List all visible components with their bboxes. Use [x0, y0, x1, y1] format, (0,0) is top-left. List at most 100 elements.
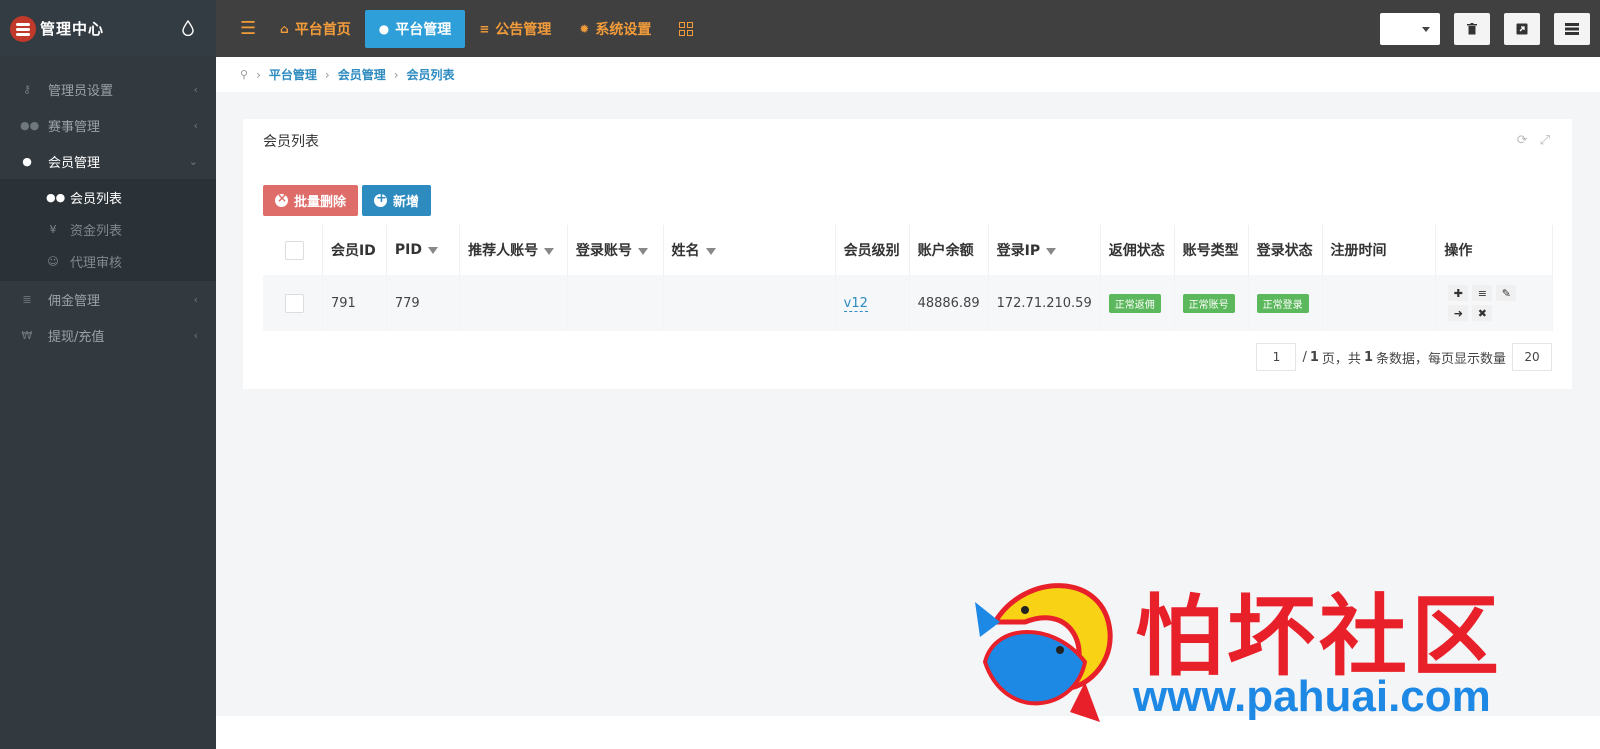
sidebar-item-withdraw-recharge[interactable]: ₩ 提现/充值 ‹: [0, 317, 216, 353]
status-badge[interactable]: 正常返佣: [1108, 293, 1161, 313]
col-login-ip[interactable]: 登录IP: [988, 225, 1101, 275]
refresh-icon[interactable]: ⟳: [1517, 133, 1528, 148]
row-actions: ✚ ≡ ✎ ➜ ✖: [1448, 285, 1544, 321]
breadcrumb-member-manage[interactable]: 会员管理: [338, 66, 386, 83]
sidebar-item-member-manage[interactable]: ● 会员管理 ⌄: [0, 143, 216, 179]
list-icon[interactable]: ≡: [1472, 285, 1493, 301]
user-check-icon: ☺: [47, 254, 59, 268]
col-login-status[interactable]: 登录状态: [1248, 225, 1323, 275]
filter-icon[interactable]: [1046, 247, 1057, 255]
table-row[interactable]: 791 779 v12 48886.89 172.71.210.59 正常返佣 …: [263, 275, 1553, 331]
cell-pid: 779: [386, 275, 461, 331]
sidebar-item-commission-manage[interactable]: ≣ 佣金管理 ‹: [0, 281, 216, 317]
filter-icon[interactable]: [705, 247, 716, 255]
location-pin-icon: ⚲: [240, 68, 249, 81]
select-all-checkbox[interactable]: [285, 240, 304, 260]
add-icon[interactable]: ✚: [1448, 285, 1469, 301]
grid-apps-icon[interactable]: [665, 10, 707, 48]
sidebar-subitem-agent-review[interactable]: ☺ 代理审核: [0, 245, 216, 277]
col-name[interactable]: 姓名: [663, 225, 836, 275]
top-header: 管理中心 ☰ ⌂ 平台首页 ● 平台管理 ≡ 公告管理 ✹ 系统设置: [0, 0, 1600, 57]
col-member-level[interactable]: 会员级别: [835, 225, 910, 275]
trash-icon[interactable]: [1454, 12, 1490, 45]
header-actions: [1380, 0, 1600, 57]
col-pid[interactable]: PID: [386, 225, 461, 275]
pager-count-suffix: 条数据，每页显示数量: [1375, 351, 1506, 367]
close-icon[interactable]: ✖: [1472, 305, 1493, 321]
cell-name: [663, 275, 836, 331]
top-nav: ☰ ⌂ 平台首页 ● 平台管理 ≡ 公告管理 ✹ 系统设置: [216, 0, 707, 57]
logo-area: 管理中心: [0, 0, 216, 57]
sidebar-subitem-fund-list[interactable]: ¥ 资金列表: [0, 213, 216, 245]
col-login-account[interactable]: 登录账号: [567, 225, 664, 275]
status-badge[interactable]: 正常账号: [1182, 293, 1235, 313]
header-dropdown[interactable]: [1380, 12, 1440, 45]
add-member-button[interactable]: 新增: [362, 185, 432, 216]
column-label: 返佣状态: [1108, 243, 1165, 259]
row-checkbox[interactable]: [285, 293, 304, 313]
nav-platform-manage[interactable]: ● 平台管理: [364, 9, 466, 48]
column-label: 登录账号: [575, 243, 632, 259]
page-size-input[interactable]: 20: [1512, 343, 1552, 371]
nav-label: 系统设置: [595, 21, 652, 38]
col-rebate-status[interactable]: 返佣状态: [1100, 225, 1175, 275]
group-icon: ●●: [20, 118, 40, 132]
cell-register-time: [1322, 275, 1437, 331]
chevron-left-icon: ‹: [193, 119, 198, 132]
app-title: 管理中心: [40, 20, 105, 38]
member-level-link[interactable]: v12: [843, 295, 868, 312]
col-account-type[interactable]: 账号类型: [1174, 225, 1249, 275]
table-toolbar: 批量删除 新增: [263, 185, 432, 216]
panel-title: 会员列表: [263, 134, 319, 150]
fullscreen-icon[interactable]: ⤢: [1540, 133, 1550, 148]
total-count: 1: [1363, 349, 1373, 365]
column-label: PID: [394, 242, 422, 258]
page-number-input[interactable]: 1: [1256, 343, 1297, 371]
nav-announcement[interactable]: ≡ 公告管理: [465, 10, 565, 48]
col-balance[interactable]: 账户余额: [909, 225, 989, 275]
pagination: 1 / 1 页，共 1 条数据，每页显示数量 20: [1256, 343, 1552, 371]
filter-icon[interactable]: [544, 247, 555, 255]
column-label: 账户余额: [917, 243, 974, 259]
breadcrumb-member-list[interactable]: 会员列表: [407, 66, 455, 83]
external-link-icon[interactable]: [1504, 12, 1540, 45]
select-all-cell: [263, 225, 323, 275]
filter-icon[interactable]: [637, 247, 648, 255]
sidebar-item-event-manage[interactable]: ●● 赛事管理 ‹: [0, 107, 216, 143]
col-member-id[interactable]: 会员ID: [322, 225, 387, 275]
nav-label: 公告管理: [495, 21, 552, 38]
cell-member-id: 791: [322, 275, 387, 331]
filter-icon[interactable]: [427, 246, 438, 254]
arrow-right-icon[interactable]: ➜: [1448, 305, 1469, 321]
nav-system-settings[interactable]: ✹ 系统设置: [565, 10, 665, 48]
member-table: 会员ID PID 推荐人账号 登录账号 姓名 会员级别 账户余额 登录IP 返佣…: [263, 225, 1553, 331]
home-icon: ⌂: [280, 21, 289, 36]
col-register-time[interactable]: 注册时间: [1322, 225, 1437, 275]
chevron-down-icon: ⌄: [188, 155, 198, 168]
chevron-left-icon: ‹: [193, 83, 198, 96]
nav-platform-home[interactable]: ⌂ 平台首页: [266, 10, 365, 48]
col-referrer[interactable]: 推荐人账号: [459, 225, 568, 275]
cell-login-status: 正常登录: [1248, 275, 1323, 331]
total-pages: 1: [1309, 349, 1319, 365]
sidebar-item-label: 赛事管理: [48, 119, 101, 135]
status-badge[interactable]: 正常登录: [1256, 293, 1309, 313]
gear-icon: ✹: [579, 21, 590, 36]
theme-drop-icon[interactable]: [182, 20, 194, 36]
sidebar-item-admin-settings[interactable]: ⚷ 管理员设置 ‹: [0, 71, 216, 107]
button-label: 新增: [393, 195, 420, 210]
column-label: 会员级别: [843, 243, 900, 259]
sidebar-subitem-label: 代理审核: [70, 255, 123, 271]
breadcrumb-platform-manage[interactable]: 平台管理: [269, 66, 317, 83]
cell-rebate-status: 正常返佣: [1100, 275, 1175, 331]
menu-toggle-icon[interactable]: ☰: [230, 10, 266, 48]
server-icon[interactable]: [1554, 12, 1590, 45]
batch-delete-button[interactable]: 批量删除: [263, 185, 359, 216]
breadcrumb: ⚲ › 平台管理 › 会员管理 › 会员列表: [216, 57, 1600, 92]
pencil-icon[interactable]: ✎: [1496, 285, 1517, 301]
sidebar-subitem-member-list[interactable]: ●● 会员列表: [0, 181, 216, 213]
nav-label: 平台首页: [294, 21, 351, 38]
breadcrumb-separator: ›: [324, 67, 330, 82]
cell-actions: ✚ ≡ ✎ ➜ ✖: [1435, 275, 1553, 331]
watermark: 怕坏社区 www.pahuai.com: [965, 562, 1565, 732]
